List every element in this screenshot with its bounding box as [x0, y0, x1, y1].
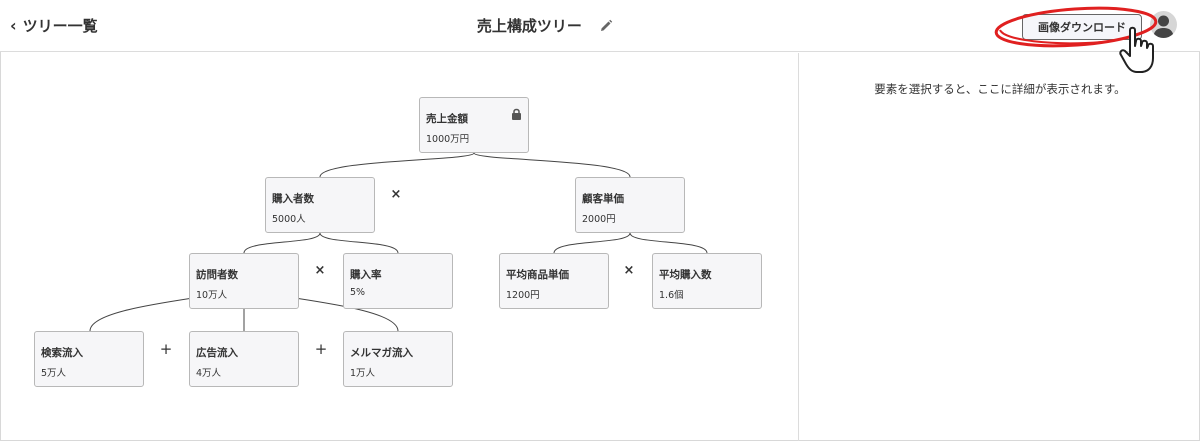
node-unit-price[interactable]: 顧客単価 2000円: [575, 177, 685, 233]
node-mailmag-inflow[interactable]: メルマガ流入 1万人: [343, 331, 453, 387]
node-value: 1000万円: [426, 134, 470, 145]
image-download-button[interactable]: 画像ダウンロード: [1022, 14, 1142, 40]
link-unitprice-avgprice: [553, 232, 631, 254]
node-avg-qty[interactable]: 平均購入数 1.6個: [652, 253, 762, 309]
node-name: メルマガ流入: [350, 347, 413, 359]
node-name: 購入率: [350, 269, 382, 281]
multiply-operator: ×: [390, 187, 402, 202]
tree-canvas[interactable]: 売上金額 1000万円 購入者数 5000人 × 顧客単価 2000円 訪問者数…: [0, 53, 799, 441]
link-buyers-visitors: [243, 232, 321, 254]
detail-panel: 要素を選択すると、ここに詳細が表示されます。: [800, 53, 1200, 441]
node-name: 売上金額: [426, 113, 468, 125]
page-title: 売上構成ツリー: [476, 17, 582, 35]
node-value: 10万人: [196, 290, 228, 301]
node-value: 1.6個: [659, 290, 684, 301]
node-value: 5000人: [272, 214, 306, 225]
plus-operator: +: [159, 340, 173, 358]
node-ad-inflow[interactable]: 広告流入 4万人: [189, 331, 299, 387]
node-value: 4万人: [196, 368, 222, 379]
node-name: 購入者数: [272, 193, 314, 205]
page-title-area: 売上構成ツリー: [0, 15, 1090, 37]
node-name: 顧客単価: [582, 193, 624, 205]
header: ‹ ツリー一覧 売上構成ツリー 画像ダウンロード: [0, 0, 1200, 52]
link-buyers-cvr: [319, 232, 399, 254]
pencil-icon[interactable]: [599, 19, 613, 37]
multiply-operator: ×: [314, 263, 326, 278]
node-value: 2000円: [582, 214, 616, 225]
node-value: 5万人: [41, 368, 67, 379]
link-sales-buyers: [319, 152, 475, 178]
node-cvr[interactable]: 購入率 5%: [343, 253, 453, 309]
node-name: 平均商品単価: [506, 269, 569, 281]
node-search-inflow[interactable]: 検索流入 5万人: [34, 331, 144, 387]
node-value: 1万人: [350, 368, 376, 379]
node-name: 訪問者数: [196, 269, 238, 281]
detail-panel-message: 要素を選択すると、ここに詳細が表示されます。: [874, 82, 1126, 96]
node-name: 平均購入数: [659, 269, 712, 281]
node-value: 5%: [350, 287, 366, 298]
link-unitprice-avgqty: [629, 232, 708, 254]
node-sales[interactable]: 売上金額 1000万円: [419, 97, 529, 153]
avatar[interactable]: [1150, 11, 1177, 38]
link-sales-unit-price: [473, 152, 631, 178]
plus-operator: +: [314, 340, 328, 358]
lock-icon: [511, 105, 522, 124]
node-visitors[interactable]: 訪問者数 10万人: [189, 253, 299, 309]
node-name: 広告流入: [196, 347, 238, 359]
node-buyers[interactable]: 購入者数 5000人: [265, 177, 375, 233]
multiply-operator: ×: [623, 263, 635, 278]
node-name: 検索流入: [41, 347, 83, 359]
node-value: 1200円: [506, 290, 540, 301]
node-avg-item-price[interactable]: 平均商品単価 1200円: [499, 253, 609, 309]
